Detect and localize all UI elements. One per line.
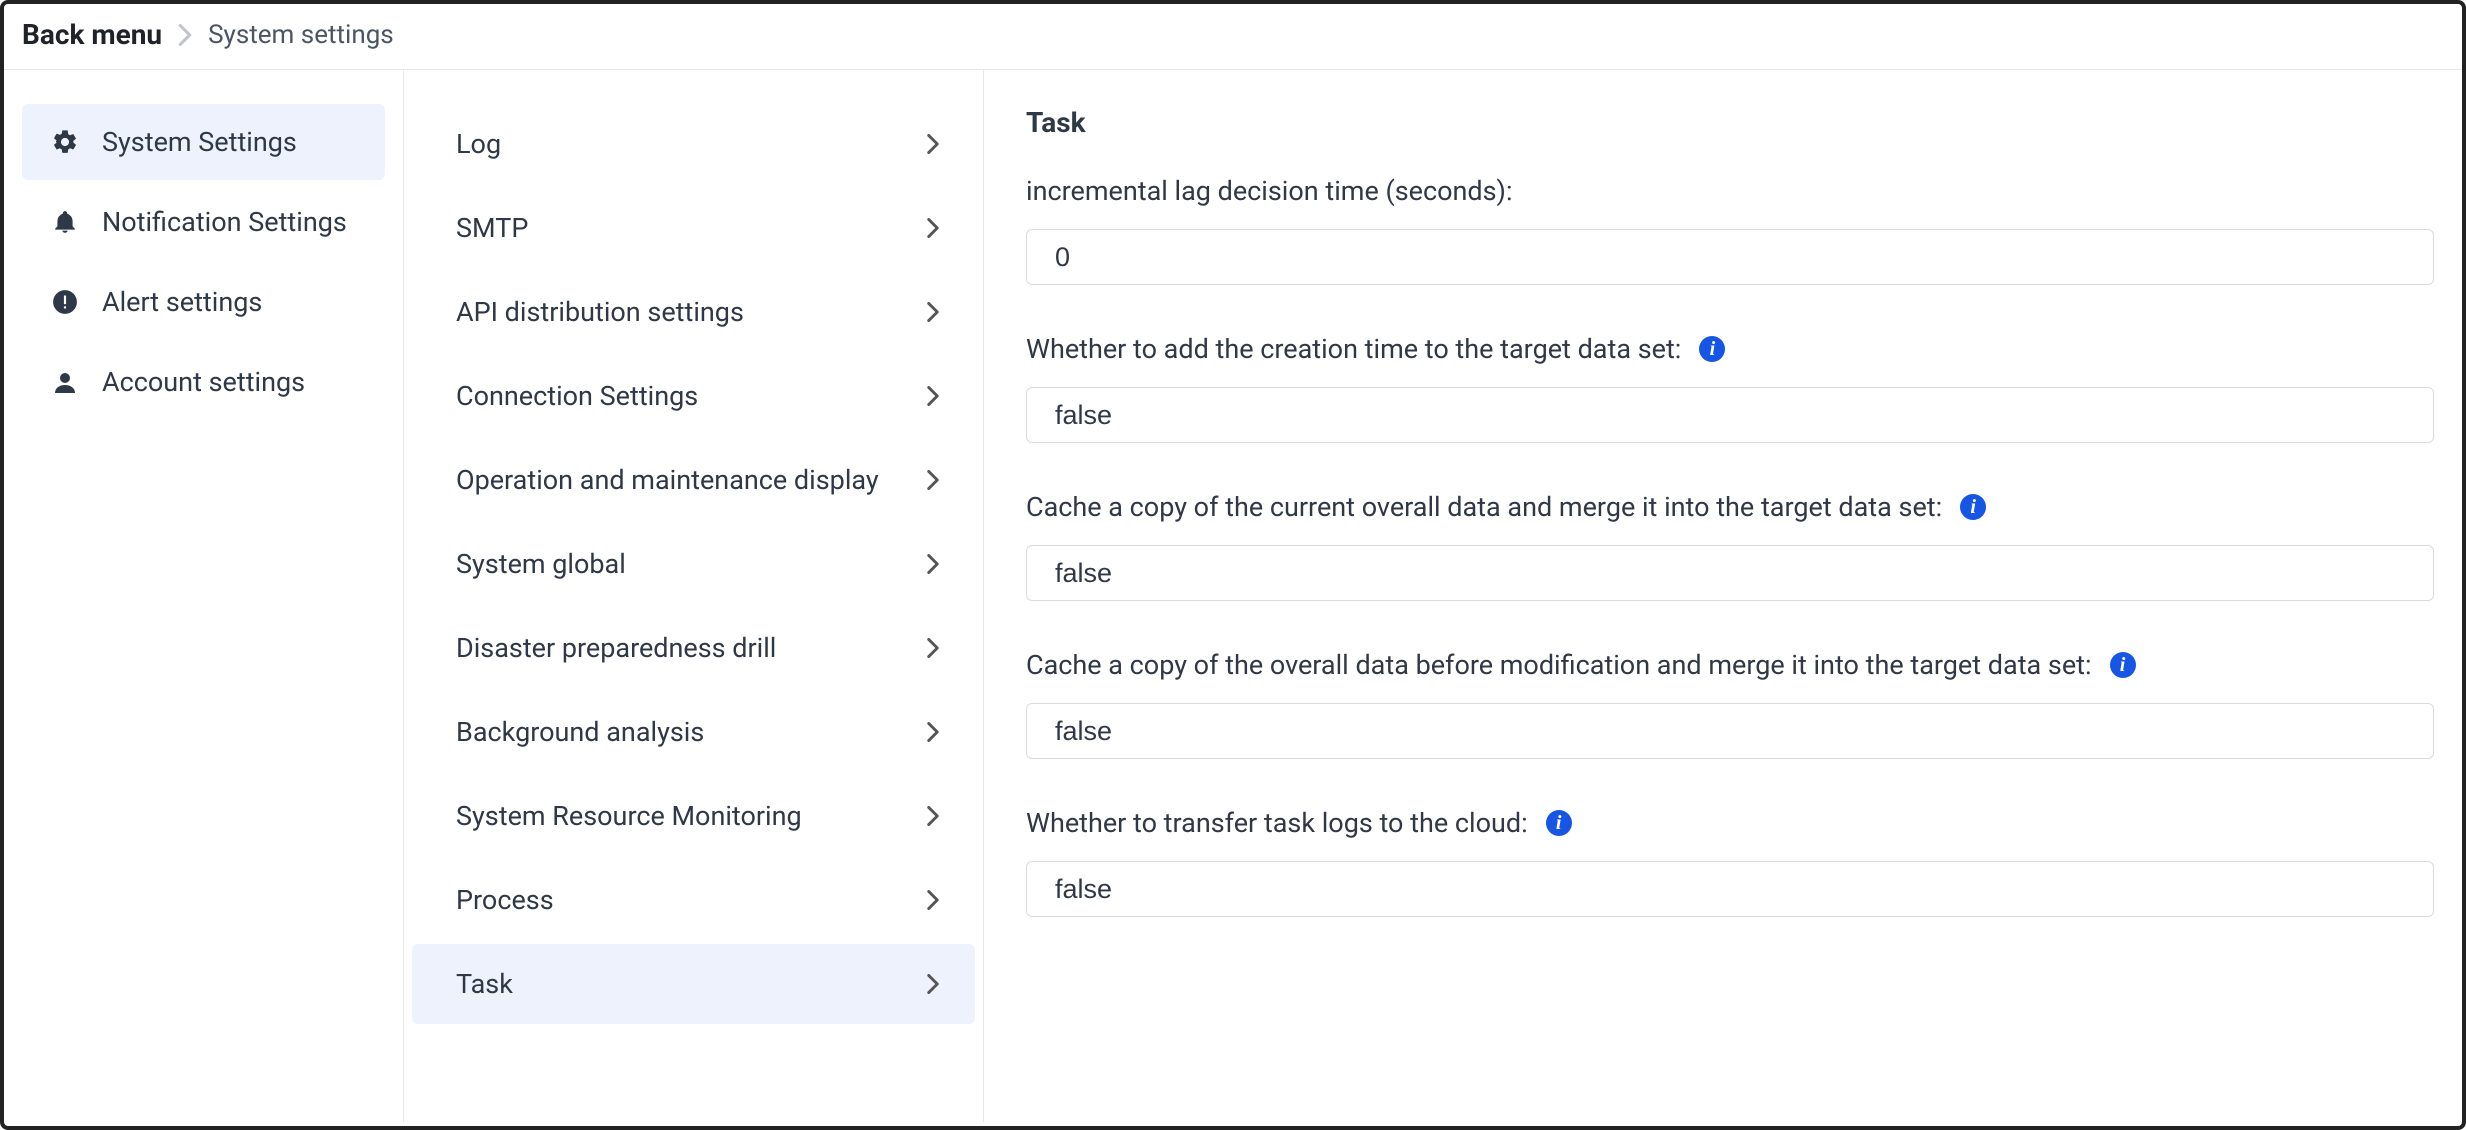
alert-icon [50,287,80,317]
field-add-creation-time: Whether to add the creation time to the … [1026,333,2434,443]
field-incremental-lag: incremental lag decision time (seconds): [1026,175,2434,285]
chevron-right-icon [927,386,939,406]
secondary-sidebar: Log SMTP API distribution settings Conne… [404,70,984,1122]
add-creation-time-input[interactable] [1026,387,2434,443]
field-cache-before-mod: Cache a copy of the overall data before … [1026,649,2434,759]
chevron-right-icon [927,974,939,994]
sidebar-item-account-settings[interactable]: Account settings [22,344,385,420]
field-cache-current-data: Cache a copy of the current overall data… [1026,491,2434,601]
subnav-item-task[interactable]: Task [412,944,975,1024]
chevron-right-icon [178,24,192,46]
subnav-item-label: System global [456,548,626,580]
cache-current-data-input[interactable] [1026,545,2434,601]
breadcrumb-current: System settings [208,20,394,50]
field-label: Cache a copy of the current overall data… [1026,491,1942,523]
chevron-right-icon [927,554,939,574]
subnav-item-api-distribution[interactable]: API distribution settings [412,272,975,352]
subnav-item-connection-settings[interactable]: Connection Settings [412,356,975,436]
subnav-item-label: Background analysis [456,716,704,748]
subnav-item-label: SMTP [456,212,528,244]
field-label: Whether to transfer task logs to the clo… [1026,807,1528,839]
chevron-right-icon [927,302,939,322]
subnav-item-system-global[interactable]: System global [412,524,975,604]
subnav-item-label: Log [456,128,501,160]
subnav-item-smtp[interactable]: SMTP [412,188,975,268]
subnav-item-process[interactable]: Process [412,860,975,940]
subnav-item-resource-monitoring[interactable]: System Resource Monitoring [412,776,975,856]
back-menu-link[interactable]: Back menu [22,18,162,51]
subnav-item-operation-maintenance[interactable]: Operation and maintenance display [412,440,975,520]
chevron-right-icon [927,470,939,490]
field-label: Whether to add the creation time to the … [1026,333,1681,365]
sidebar-item-label: System Settings [102,126,297,158]
subnav-item-log[interactable]: Log [412,104,975,184]
subnav-item-label: Task [456,968,513,1000]
gear-icon [50,127,80,157]
info-icon[interactable]: i [1960,494,1986,520]
chevron-right-icon [927,890,939,910]
user-icon [50,367,80,397]
chevron-right-icon [927,218,939,238]
subnav-item-label: Process [456,884,554,916]
subnav-item-label: Disaster preparedness drill [456,632,776,664]
breadcrumb: Back menu System settings [4,4,2462,70]
sidebar-item-alert-settings[interactable]: Alert settings [22,264,385,340]
field-label: Cache a copy of the overall data before … [1026,649,2092,681]
cache-before-mod-input[interactable] [1026,703,2434,759]
info-icon[interactable]: i [1546,810,1572,836]
sidebar-item-label: Account settings [102,366,305,398]
subnav-item-label: Operation and maintenance display [456,464,879,496]
subnav-item-background-analysis[interactable]: Background analysis [412,692,975,772]
bell-icon [50,207,80,237]
chevron-right-icon [927,806,939,826]
incremental-lag-input[interactable] [1026,229,2434,285]
sidebar-item-notification-settings[interactable]: Notification Settings [22,184,385,260]
info-icon[interactable]: i [2110,652,2136,678]
subnav-item-label: System Resource Monitoring [456,800,802,832]
subnav-item-disaster-drill[interactable]: Disaster preparedness drill [412,608,975,688]
chevron-right-icon [927,638,939,658]
chevron-right-icon [927,722,939,742]
page-title: Task [1026,106,2434,139]
sidebar-item-label: Alert settings [102,286,262,318]
sidebar-item-system-settings[interactable]: System Settings [22,104,385,180]
chevron-right-icon [927,134,939,154]
primary-sidebar: System Settings Notification Settings Al… [4,70,404,1122]
main-panel: Task incremental lag decision time (seco… [984,70,2462,1122]
sidebar-item-label: Notification Settings [102,206,347,238]
subnav-item-label: API distribution settings [456,296,744,328]
subnav-item-label: Connection Settings [456,380,698,412]
info-icon[interactable]: i [1699,336,1725,362]
transfer-logs-cloud-input[interactable] [1026,861,2434,917]
field-label: incremental lag decision time (seconds): [1026,175,1513,207]
field-transfer-logs-cloud: Whether to transfer task logs to the clo… [1026,807,2434,917]
